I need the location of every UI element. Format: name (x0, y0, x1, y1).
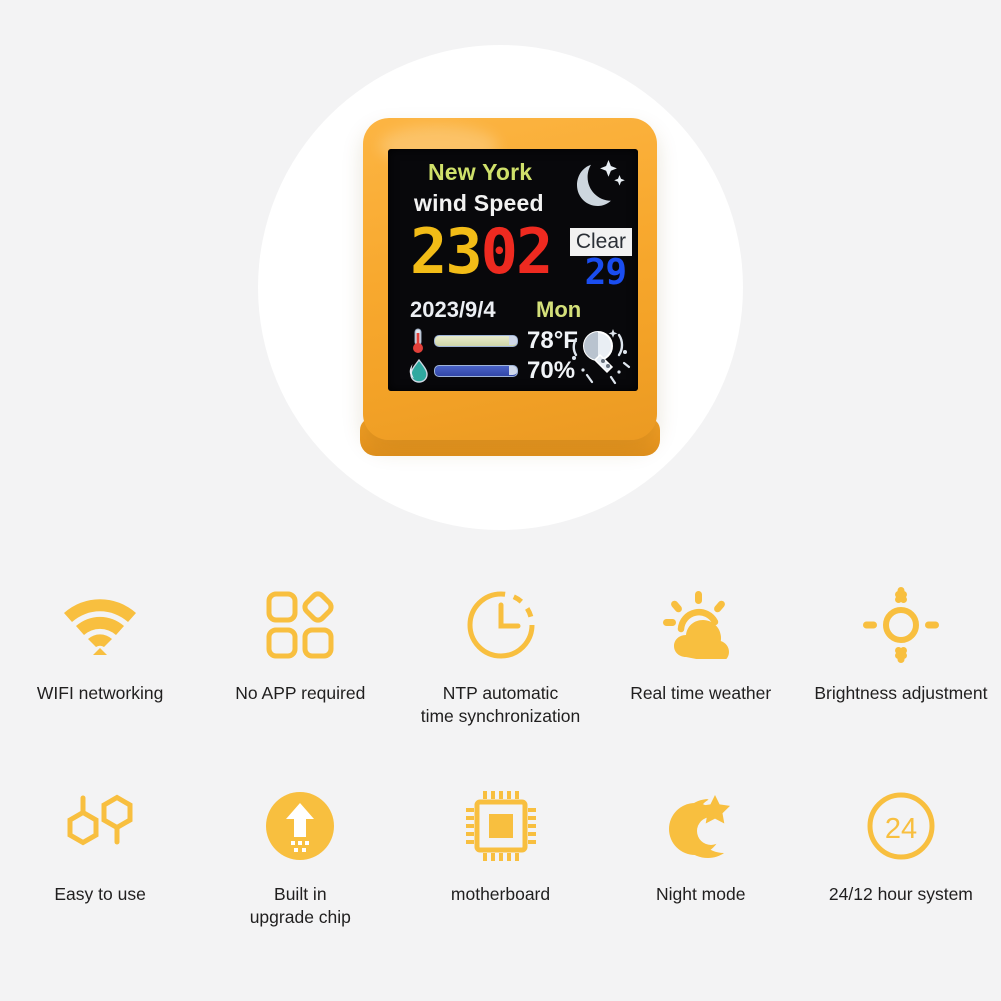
svg-text:24: 24 (885, 813, 917, 845)
feature-real-time-weather[interactable]: Real time weather (601, 584, 801, 728)
device-screen: New York wind Speed 23 02 Clear 29 2023/… (388, 149, 638, 391)
clock-24-icon: 24 (863, 785, 939, 867)
apps-grid-icon (264, 584, 336, 666)
hero-section: New York wind Speed 23 02 Clear 29 2023/… (0, 0, 1001, 560)
weather-clock-device: New York wind Speed 23 02 Clear 29 2023/… (360, 118, 660, 456)
device-bezel: New York wind Speed 23 02 Clear 29 2023/… (363, 118, 657, 440)
water-drop-icon (406, 357, 430, 385)
screen-weekday: Mon (536, 297, 582, 322)
feature-wifi-networking[interactable]: WIFI networking (0, 584, 200, 728)
feature-no-app-required[interactable]: No APP required (200, 584, 400, 728)
feature-label: NTP automatic time synchronization (420, 683, 581, 726)
features-section: WIFI networking No APP required NTP auto… (0, 560, 1001, 1001)
upgrade-arrow-icon (264, 785, 336, 867)
feature-easy-to-use[interactable]: Easy to use (0, 785, 200, 929)
wifi-icon (58, 584, 142, 666)
sun-icon (862, 584, 939, 666)
humidity-bar (434, 365, 518, 377)
feature-label: Real time weather (630, 683, 772, 703)
feature-brightness-adjustment[interactable]: Brightness adjustment (801, 584, 1001, 728)
features-row-1: WIFI networking No APP required NTP auto… (0, 584, 1001, 728)
feature-24-12-hour-system[interactable]: 24 24/12 hour system (801, 785, 1001, 929)
feature-motherboard[interactable]: motherboard (400, 785, 600, 929)
screen-city-label: New York (428, 159, 533, 185)
thermometer-icon (406, 327, 430, 355)
moon-stars-icon (562, 154, 626, 216)
feature-label: Built in upgrade chip (249, 884, 351, 927)
screen-subtitle-label: wind Speed (414, 190, 544, 216)
feature-label: Easy to use (54, 884, 146, 904)
screen-humidity-row: 70% (406, 357, 575, 385)
screen-temperature-row: 78°F (406, 327, 578, 355)
feature-built-in-upgrade-chip[interactable]: Built in upgrade chip (200, 785, 400, 929)
screen-date: 2023/9/4 (410, 297, 496, 322)
features-row-2: Easy to use Built in upgrade chip mother… (0, 785, 1001, 929)
hexagon-molecule-icon (60, 785, 140, 867)
meteor-icon (567, 325, 633, 387)
feature-ntp-time-sync[interactable]: NTP automatic time synchronization (400, 584, 600, 728)
feature-label: Night mode (655, 884, 746, 904)
moon-star-icon (665, 785, 737, 867)
feature-label: motherboard (450, 884, 551, 904)
clock-icon (463, 584, 539, 666)
screen-time: 23 02 (410, 215, 554, 288)
feature-label: WIFI networking (36, 683, 164, 703)
screen-condition-value: 29 (584, 252, 627, 293)
feature-label: No APP required (235, 683, 366, 703)
temperature-bar (434, 335, 518, 347)
screen-time-minutes: 02 (480, 215, 554, 288)
feature-label: 24/12 hour system (828, 884, 973, 904)
feature-night-mode[interactable]: Night mode (601, 785, 801, 929)
feature-label: Brightness adjustment (814, 683, 988, 703)
sun-cloud-icon (661, 584, 741, 666)
chip-icon (463, 785, 539, 867)
screen-time-hours: 23 (410, 215, 483, 288)
